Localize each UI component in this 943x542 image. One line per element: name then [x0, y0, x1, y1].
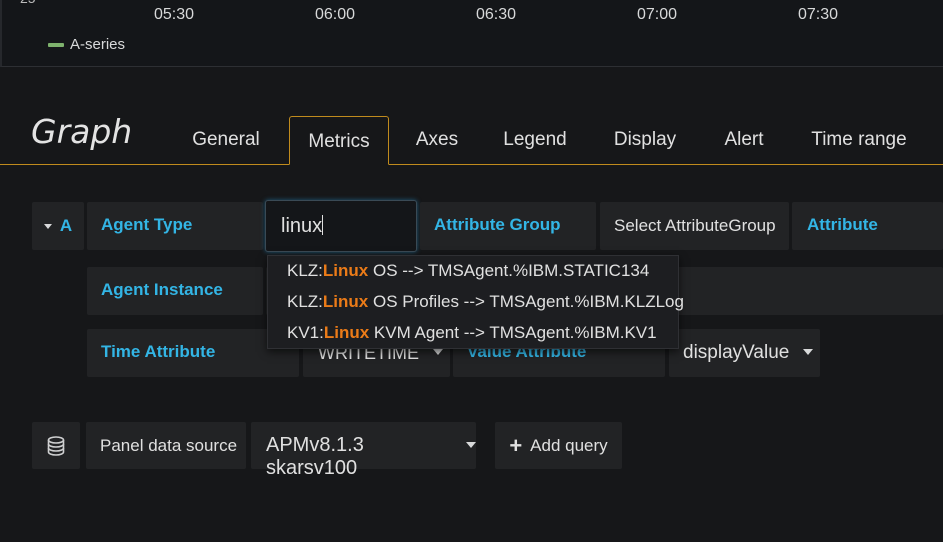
x-axis-tick: 06:30 — [475, 6, 517, 23]
text-cursor — [322, 215, 324, 235]
query-collapse-toggle[interactable]: A — [32, 202, 84, 250]
suggestion-item[interactable]: KLZ:Linux OS --> TMSAgent.%IBM.STATIC134 — [287, 261, 649, 281]
agent-instance-label: Agent Instance — [101, 280, 223, 299]
x-axis-tick: 07:30 — [797, 6, 839, 23]
suggestion-item[interactable]: KV1:Linux KVM Agent --> TMSAgent.%IBM.KV… — [287, 323, 657, 343]
tab-legend[interactable]: Legend — [500, 116, 570, 164]
panel-datasource-label: Panel data source — [100, 436, 238, 455]
legend-swatch — [48, 42, 64, 47]
tabs-underline — [0, 164, 943, 165]
plus-icon: + — [509, 432, 523, 458]
tab-axes[interactable]: Axes — [412, 116, 462, 164]
time-attribute-label: Time Attribute — [101, 342, 216, 361]
tab-metrics[interactable]: Metrics — [289, 116, 389, 165]
query-ref-id: A — [59, 216, 73, 235]
tab-general[interactable]: General — [187, 116, 265, 164]
agent-type-input[interactable]: linux — [265, 200, 417, 252]
chevron-down-icon — [43, 223, 52, 229]
y-axis-tick: 25 — [20, 0, 36, 6]
datasource-select[interactable]: APMv8.1.3 skarsv100 — [251, 422, 476, 479]
suggestion-item[interactable]: KLZ:Linux OS Profiles --> TMSAgent.%IBM.… — [287, 292, 684, 312]
attribute-group-select-value: Select AttributeGroup — [614, 216, 776, 235]
database-icon — [47, 435, 65, 456]
datasource-select-value: APMv8.1.3 skarsv100 — [266, 434, 364, 479]
add-query-label: Add query — [530, 435, 608, 455]
attribute-group-label-box: Attribute Group — [420, 202, 596, 250]
x-axis-tick: 05:30 — [153, 6, 195, 23]
chevron-down-icon — [433, 349, 443, 355]
tab-display[interactable]: Display — [610, 116, 680, 164]
x-axis-tick: 06:00 — [314, 6, 356, 23]
chevron-down-icon — [466, 442, 476, 448]
tab-time-range[interactable]: Time range — [808, 116, 910, 164]
panel-editor-title: Graph — [31, 112, 133, 151]
tab-alert[interactable]: Alert — [718, 116, 770, 164]
agent-type-label-box: Agent Type — [87, 202, 263, 250]
value-attribute-select[interactable]: displayValue — [669, 329, 820, 377]
attribute-label-box: Attribute — [792, 202, 943, 250]
attribute-group-select[interactable]: Select AttributeGroup — [600, 202, 789, 250]
x-axis-tick: 07:00 — [636, 6, 678, 23]
agent-type-suggestions: KLZ:Linux OS --> TMSAgent.%IBM.STATIC134… — [267, 255, 684, 349]
value-attribute-value: displayValue — [683, 342, 790, 363]
agent-type-input-value: linux — [281, 215, 323, 237]
agent-instance-label-box: Agent Instance — [87, 267, 263, 315]
attribute-label: Attribute — [807, 215, 878, 234]
agent-type-label: Agent Type — [101, 215, 193, 234]
datasource-icon-box — [32, 422, 80, 469]
chevron-down-icon — [803, 349, 814, 355]
legend-label: A-series — [70, 36, 126, 53]
attribute-group-label: Attribute Group — [434, 215, 561, 234]
add-query-button[interactable]: + Add query — [495, 422, 622, 469]
panel-datasource-label-box: Panel data source — [86, 422, 246, 469]
legend-item[interactable]: A-series — [48, 36, 125, 53]
graph-panel-preview: 25 05:30 06:00 06:30 07:00 07:30 A-serie… — [0, 0, 943, 67]
